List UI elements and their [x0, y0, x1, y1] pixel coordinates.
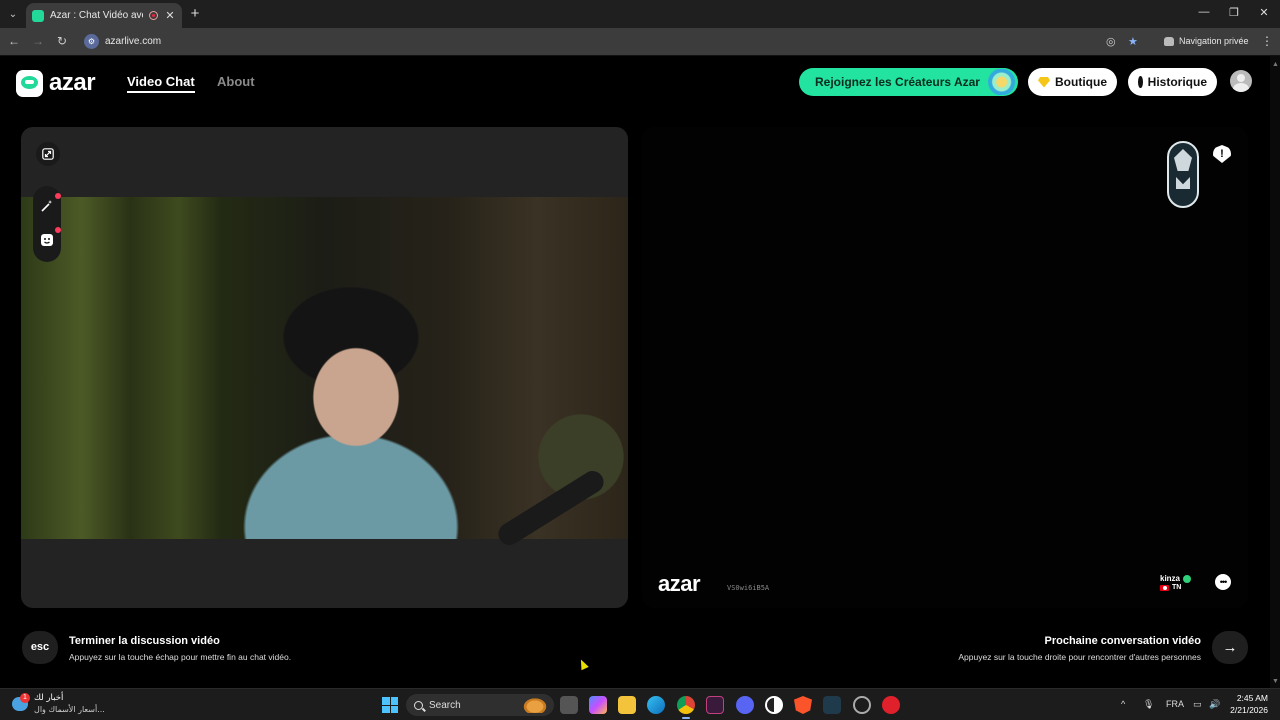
- verified-icon: [1183, 574, 1192, 583]
- end-chat-subtitle: Appuyez sur la touche échap pour mettre …: [69, 652, 292, 662]
- taskbar-search[interactable]: Search: [406, 694, 554, 716]
- news-badge: 1: [20, 693, 30, 703]
- chrome-icon[interactable]: [677, 696, 695, 714]
- next-chat-arrow-button[interactable]: →: [1212, 631, 1248, 664]
- partner-country: TN: [1160, 584, 1181, 591]
- gem-icon: [1038, 76, 1050, 88]
- windows-start-icon[interactable]: [382, 697, 398, 713]
- obs-icon[interactable]: [853, 696, 871, 714]
- azar-logo[interactable]: azar: [16, 69, 96, 97]
- language-indicator[interactable]: FRA: [1166, 699, 1184, 709]
- news-headline[interactable]: أخبار لك: [34, 693, 63, 703]
- partner-country-code: TN: [1172, 584, 1182, 591]
- forward-icon[interactable]: →: [30, 34, 46, 48]
- next-chat-title: Prochaine conversation vidéo: [1044, 635, 1202, 647]
- end-chat-title: Terminer la discussion vidéo: [69, 635, 220, 647]
- azar-favicon-icon: [32, 9, 44, 22]
- browser-tabbar: ⌄ Azar : Chat Vidéo avec de n ✕ + — ❐ ✕: [0, 0, 1280, 28]
- menu-icon[interactable]: ⋮: [1261, 34, 1273, 48]
- app-icon[interactable]: [706, 696, 724, 714]
- creators-badge-icon: [980, 69, 1016, 95]
- task-view-icon[interactable]: [560, 696, 578, 714]
- nav-about[interactable]: About: [217, 74, 255, 89]
- private-label: Navigation privée: [1179, 36, 1249, 46]
- history-button[interactable]: Historique: [1128, 68, 1217, 96]
- partner-video-panel: [642, 127, 1248, 608]
- session-code: VS0wi6iB5A: [727, 584, 770, 592]
- address-bar: ← → ↻ ⚙ azarlive.com ◎ ★ Navigation priv…: [0, 28, 1280, 56]
- taskbar-time[interactable]: 2:45 AM: [1230, 693, 1268, 703]
- star-icon[interactable]: ★: [1128, 35, 1138, 48]
- tray-overflow-icon[interactable]: ^: [1121, 699, 1125, 709]
- mouse-cursor: [577, 657, 589, 671]
- file-explorer-icon[interactable]: [618, 696, 636, 714]
- clock-icon: [1138, 76, 1145, 88]
- expand-icon[interactable]: [36, 142, 60, 166]
- new-sticker-dot: [55, 227, 61, 233]
- maximize-button[interactable]: ❐: [1219, 6, 1249, 19]
- minimize-button[interactable]: —: [1189, 6, 1219, 18]
- partner-profile-badge[interactable]: [1167, 141, 1199, 208]
- azar-logo-icon: [16, 69, 43, 97]
- shop-button[interactable]: Boutique: [1028, 68, 1117, 96]
- timer-app-icon[interactable]: [765, 696, 783, 714]
- search-highlight-icon: [522, 697, 548, 713]
- reload-icon[interactable]: ↻: [54, 34, 70, 48]
- join-creators-label: Rejoignez les Créateurs Azar: [815, 75, 980, 89]
- join-creators-button[interactable]: Rejoignez les Créateurs Azar: [799, 68, 1018, 96]
- smiley-glyph: [41, 234, 53, 246]
- search-icon: [414, 700, 423, 710]
- nav-video-chat[interactable]: Video Chat: [127, 74, 195, 93]
- wand-glyph: [41, 200, 53, 212]
- site-info-icon[interactable]: ⚙: [84, 34, 99, 49]
- back-icon[interactable]: ←: [6, 34, 22, 48]
- partner-name[interactable]: kinza: [1160, 574, 1192, 583]
- tab-search-chevron-icon[interactable]: ⌄: [4, 5, 22, 23]
- windows-taskbar: 1 أخبار لك أسعار الأسماك وال... Search ^…: [0, 688, 1280, 720]
- discord-icon[interactable]: [736, 696, 754, 714]
- app-launcher-icon[interactable]: [823, 696, 841, 714]
- close-window-button[interactable]: ✕: [1249, 6, 1279, 19]
- tunisia-flag-icon: [1160, 584, 1169, 591]
- azar-watermark: azar: [658, 571, 701, 596]
- chrome-active-indicator: [682, 717, 690, 719]
- tab-close-button[interactable]: ✕: [164, 9, 176, 22]
- shop-label: Boutique: [1055, 75, 1107, 89]
- private-browsing-indicator[interactable]: Navigation privée: [1164, 36, 1249, 46]
- partner-name-text: kinza: [1160, 574, 1181, 583]
- self-video-panel: [21, 127, 628, 608]
- eye-off-icon[interactable]: ◎: [1106, 35, 1116, 48]
- next-chat-subtitle: Appuyez sur la touche droite pour rencon…: [958, 652, 1201, 662]
- expand-arrows-icon: [42, 148, 54, 160]
- volume-icon[interactable]: 🔊: [1209, 699, 1220, 710]
- chat-bubble-icon[interactable]: •••: [1215, 574, 1231, 590]
- copilot-icon[interactable]: [589, 696, 607, 714]
- recording-indicator-icon: [149, 11, 158, 20]
- new-effect-dot: [55, 193, 61, 199]
- site-header: azar Video Chat About Rejoignez les Créa…: [0, 56, 1270, 108]
- new-tab-button[interactable]: +: [186, 5, 204, 23]
- search-label: Search: [429, 699, 461, 711]
- scroll-down-icon[interactable]: ▼: [1272, 678, 1279, 685]
- browser-tab-azar[interactable]: Azar : Chat Vidéo avec de n ✕: [26, 3, 182, 28]
- end-chat-esc-button[interactable]: esc: [22, 631, 58, 664]
- self-camera-feed: [21, 197, 628, 550]
- microphone-icon[interactable]: 🎙: [1143, 699, 1154, 710]
- url-field[interactable]: azarlive.com: [105, 36, 161, 47]
- scroll-up-icon[interactable]: ▲: [1272, 61, 1279, 68]
- incognito-icon: [1164, 36, 1174, 46]
- news-subline[interactable]: أسعار الأسماك وال...: [34, 705, 105, 714]
- profile-avatar[interactable]: [1230, 70, 1252, 92]
- tab-title: Azar : Chat Vidéo avec de n: [50, 10, 143, 21]
- recorder-icon[interactable]: [882, 696, 900, 714]
- taskbar-date[interactable]: 2/21/2026: [1226, 705, 1268, 715]
- edge-icon[interactable]: [647, 696, 665, 714]
- history-label: Historique: [1147, 75, 1207, 89]
- brave-icon[interactable]: [794, 696, 812, 714]
- page-scrollbar[interactable]: [1270, 56, 1280, 688]
- azar-logo-text: azar: [49, 69, 96, 96]
- microphone-arm: [494, 466, 608, 550]
- network-icon[interactable]: ▭: [1193, 699, 1202, 710]
